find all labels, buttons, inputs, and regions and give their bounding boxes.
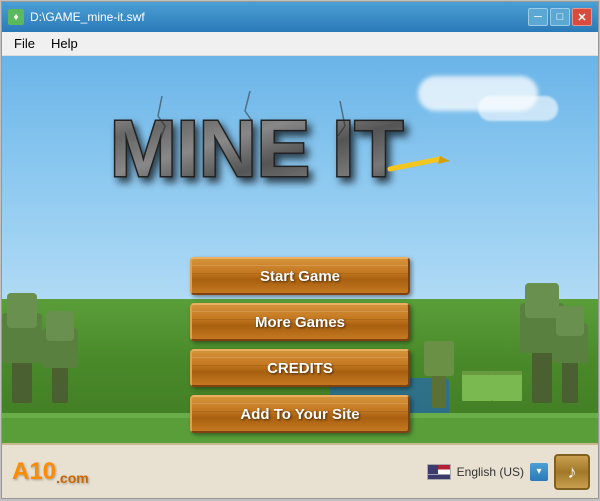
bottom-bar: A10.com English (US) ▾ ♪ <box>2 443 598 498</box>
language-label: English (US) <box>457 465 524 479</box>
add-to-site-button[interactable]: Add To Your Site <box>190 395 410 433</box>
minimize-button[interactable]: ─ <box>528 8 548 26</box>
svg-text:MINE IT: MINE IT <box>110 104 403 193</box>
close-button[interactable]: ✕ <box>572 8 592 26</box>
window-title: D:\GAME_mine-it.swf <box>30 10 528 24</box>
menu-bar: File Help <box>2 32 598 56</box>
game-logo-container: MINE IT <box>90 76 510 206</box>
start-game-button[interactable]: Start Game <box>190 257 410 295</box>
us-flag-icon <box>427 464 451 480</box>
a10-text: A10 <box>12 458 56 485</box>
music-button[interactable]: ♪ <box>554 454 590 490</box>
maximize-button[interactable]: □ <box>550 8 570 26</box>
language-dropdown-icon[interactable]: ▾ <box>530 463 548 481</box>
a10-suffix: .com <box>56 470 89 486</box>
a10-brand: A10.com <box>12 458 89 486</box>
language-selector[interactable]: English (US) ▾ <box>427 463 548 481</box>
window-controls: ─ □ ✕ <box>528 8 592 26</box>
more-games-button[interactable]: More Games <box>190 303 410 341</box>
help-menu[interactable]: Help <box>43 34 86 53</box>
game-area: MINE IT <box>2 56 598 498</box>
window-icon: ♦ <box>8 9 24 25</box>
file-menu[interactable]: File <box>6 34 43 53</box>
game-logo: MINE IT <box>100 81 500 201</box>
buttons-container: Start Game More Games CREDITS Add To You… <box>190 257 410 433</box>
music-icon: ♪ <box>568 462 577 483</box>
credits-button[interactable]: CREDITS <box>190 349 410 387</box>
main-window: ♦ D:\GAME_mine-it.swf ─ □ ✕ File Help <box>1 1 599 499</box>
title-bar: ♦ D:\GAME_mine-it.swf ─ □ ✕ <box>2 2 598 32</box>
